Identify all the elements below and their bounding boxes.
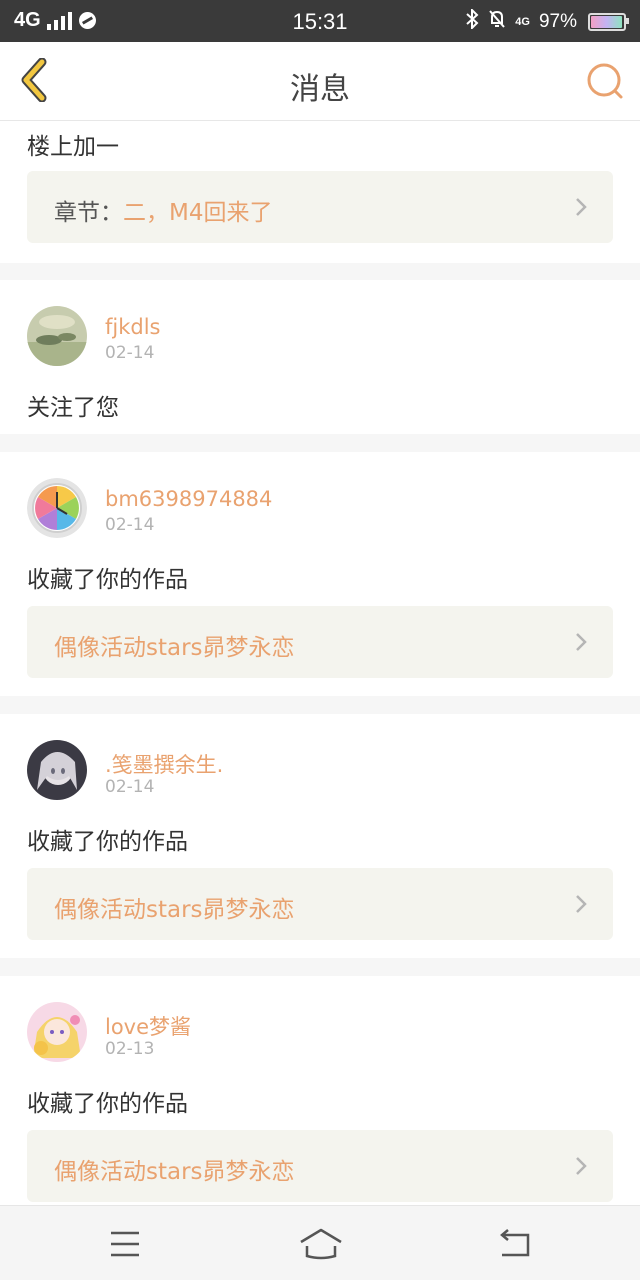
search-button[interactable] <box>584 60 626 102</box>
message-text: 收藏了你的作品 <box>27 829 188 855</box>
work-link[interactable]: 偶像活动stars昴梦永恋 <box>27 868 613 940</box>
status-bar: 4G 15:31 4G 97% <box>0 0 640 42</box>
chevron-right-icon <box>576 895 587 913</box>
link-text: 二，M4回来了 <box>123 200 273 226</box>
home-button[interactable] <box>297 1226 345 1262</box>
work-link[interactable]: 偶像活动stars昴梦永恋 <box>27 1130 613 1202</box>
home-icon <box>300 1228 342 1260</box>
bluetooth-icon <box>465 7 479 34</box>
page-title: 消息 <box>290 72 350 107</box>
avatar[interactable] <box>27 306 87 366</box>
chapter-link[interactable]: 章节：二，M4回来了 <box>27 171 613 243</box>
menu-button[interactable] <box>103 1226 147 1262</box>
network-type-right: 4G <box>515 15 530 28</box>
back-arrow-icon <box>500 1229 530 1257</box>
link-text: 偶像活动stars昴梦永恋 <box>54 1159 295 1185</box>
link-prefix: 章节： <box>54 200 123 226</box>
username[interactable]: fjkdls <box>105 315 161 339</box>
message-date: 02-14 <box>105 515 155 535</box>
message-date: 02-14 <box>105 343 155 363</box>
chevron-right-icon <box>576 198 587 216</box>
link-text: 偶像活动stars昴梦永恋 <box>54 635 295 661</box>
message-list[interactable]: 楼上加一 章节：二，M4回来了 fjkdls 02-14 关注了您 bm6398… <box>0 121 640 1205</box>
message-date: 02-13 <box>105 1039 155 1059</box>
search-icon <box>587 63 623 99</box>
message-card: love梦酱 02-13 收藏了你的作品 偶像活动stars昴梦永恋 <box>0 976 640 1205</box>
message-card: 楼上加一 章节：二，M4回来了 <box>0 121 640 263</box>
system-nav-bar <box>0 1205 640 1280</box>
message-text: 收藏了你的作品 <box>27 1091 188 1117</box>
app-header: 消息 <box>0 42 640 121</box>
battery-icon <box>588 12 629 31</box>
work-link[interactable]: 偶像活动stars昴梦永恋 <box>27 606 613 678</box>
mute-bell-icon <box>488 9 506 34</box>
chevron-right-icon <box>576 633 587 651</box>
avatar[interactable] <box>27 1002 87 1062</box>
link-text: 偶像活动stars昴梦永恋 <box>54 897 295 923</box>
screen: 4G 15:31 4G 97% 消息 楼上加一 章节：二，M4回来了 fjkdl… <box>0 0 640 1280</box>
system-back-button[interactable] <box>494 1226 538 1262</box>
message-date: 02-14 <box>105 777 155 797</box>
message-card: fjkdls 02-14 关注了您 <box>0 280 640 434</box>
username[interactable]: bm6398974884 <box>105 487 272 511</box>
menu-icon <box>111 1231 139 1257</box>
message-text: 收藏了你的作品 <box>27 567 188 593</box>
avatar[interactable] <box>27 478 87 538</box>
message-text: 关注了您 <box>27 395 119 421</box>
avatar[interactable] <box>27 740 87 800</box>
status-right: 4G 97% <box>465 7 629 34</box>
message-card: .笺墨撰余生. 02-14 收藏了你的作品 偶像活动stars昴梦永恋 <box>0 714 640 958</box>
message-text: 楼上加一 <box>27 134 119 160</box>
message-card: bm6398974884 02-14 收藏了你的作品 偶像活动stars昴梦永恋 <box>0 452 640 696</box>
username[interactable]: .笺墨撰余生. <box>105 749 223 779</box>
username[interactable]: love梦酱 <box>105 1011 191 1041</box>
chevron-right-icon <box>576 1157 587 1175</box>
battery-percent: 97% <box>538 10 577 32</box>
